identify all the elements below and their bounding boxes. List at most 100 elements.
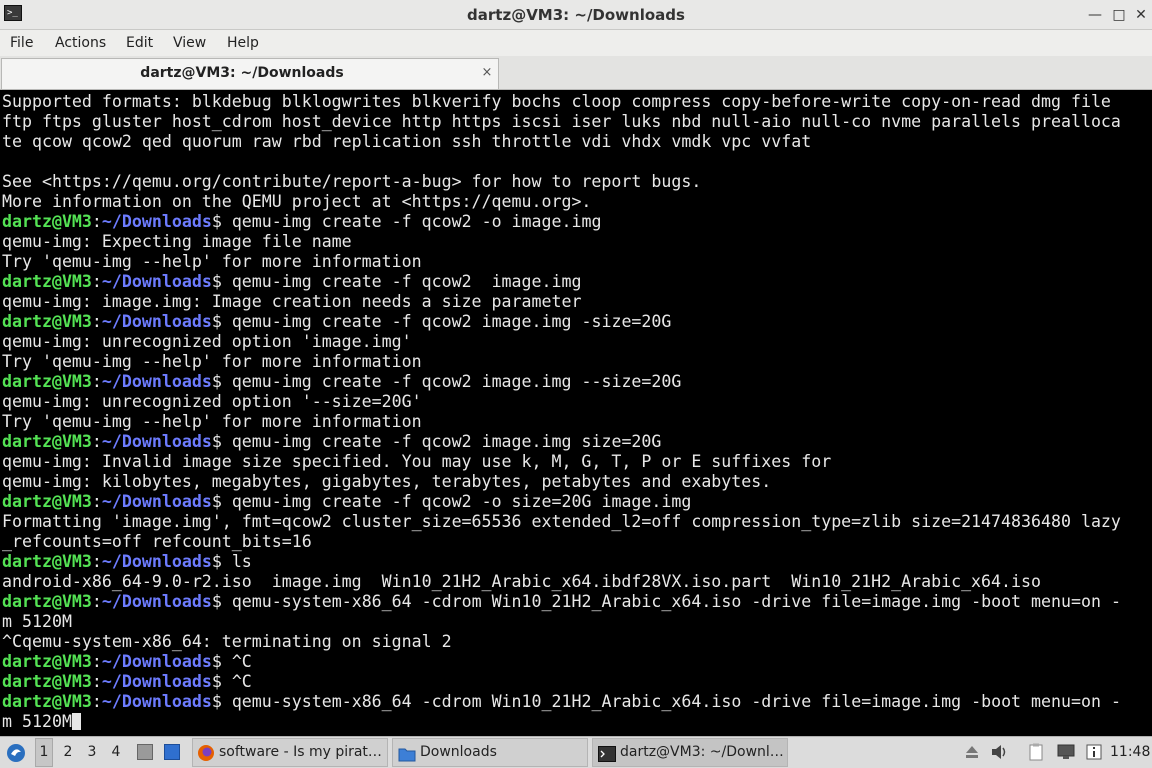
taskbar: 1 2 3 4 software - Is my pirat… Download… xyxy=(0,736,1152,768)
close-icon[interactable]: ✕ xyxy=(1132,6,1150,24)
workspace-2[interactable]: 2 xyxy=(59,737,77,768)
show-desktop-button[interactable] xyxy=(162,737,184,768)
prompt-path: ~/Downloads xyxy=(101,312,212,331)
prompt-colon: : xyxy=(91,312,102,331)
prompt-path: ~/Downloads xyxy=(101,492,212,511)
terminal-output-line: Try 'qemu-img --help' for more informati… xyxy=(2,352,422,372)
terminal-output-line: ^Cqemu-system-x86_64: terminating on sig… xyxy=(2,632,452,652)
prompt-user-host: dartz@VM3 xyxy=(2,272,92,291)
terminal-output-line: qemu-img: kilobytes, megabytes, gigabyte… xyxy=(2,472,771,492)
prompt-colon: : xyxy=(91,692,102,711)
command-text: qemu-img create -f qcow2 -o size=20G ima… xyxy=(221,492,692,511)
prompt-user-host: dartz@VM3 xyxy=(2,432,92,451)
menu-file[interactable]: File xyxy=(10,30,33,56)
output-text: qemu-img: image.img: Image creation need… xyxy=(2,292,582,311)
prompt-user-host: dartz@VM3 xyxy=(2,212,92,231)
prompt-user-host: dartz@VM3 xyxy=(2,492,92,511)
terminal-command-line: dartz@VM3:~/Downloads$ ls xyxy=(2,552,252,572)
clock[interactable]: 11:48 xyxy=(1110,737,1150,768)
terminal-command-line: dartz@VM3:~/Downloads$ qemu-img create -… xyxy=(2,272,581,292)
menu-edit[interactable]: Edit xyxy=(126,30,153,56)
prompt-dollar: $ xyxy=(211,312,222,331)
prompt-path: ~/Downloads xyxy=(101,372,212,391)
output-text: ftp ftps gluster host_cdrom host_device … xyxy=(2,112,1121,131)
workspace-1[interactable]: 1 xyxy=(35,738,53,767)
terminal-output-line: qemu-img: Invalid image size specified. … xyxy=(2,452,831,472)
prompt-user-host: dartz@VM3 xyxy=(2,312,92,331)
prompt-path: ~/Downloads xyxy=(101,212,212,231)
window-title: dartz@VM3: ~/Downloads xyxy=(467,6,685,24)
output-text: Try 'qemu-img --help' for more informati… xyxy=(2,252,422,271)
prompt-colon: : xyxy=(91,272,102,291)
terminal-output-line: qemu-img: unrecognized option '--size=20… xyxy=(2,392,422,412)
terminal-command-line: dartz@VM3:~/Downloads$ qemu-img create -… xyxy=(2,372,681,392)
folder-icon xyxy=(398,748,416,762)
workspace-4[interactable]: 4 xyxy=(107,737,125,768)
terminal-output[interactable]: Supported formats: blkdebug blklogwrites… xyxy=(0,90,1152,736)
prompt-dollar: $ xyxy=(211,692,222,711)
tray-volume-button[interactable] xyxy=(990,737,1010,768)
output-text: qemu-img: Invalid image size specified. … xyxy=(2,452,832,471)
command-text: ^C xyxy=(221,672,252,691)
tab-terminal[interactable]: dartz@VM3: ~/Downloads × xyxy=(1,58,499,89)
tab-label: dartz@VM3: ~/Downloads xyxy=(140,65,344,81)
command-text: qemu-img create -f qcow2 image.img -size… xyxy=(221,312,672,331)
command-text: qemu-system-x86_64 -cdrom Win10_21H2_Ara… xyxy=(221,592,1121,611)
prompt-colon: : xyxy=(91,492,102,511)
terminal-output-line: More information on the QEMU project at … xyxy=(2,192,591,212)
terminal-command-line: dartz@VM3:~/Downloads$ ^C xyxy=(2,672,252,692)
task-terminal[interactable]: dartz@VM3: ~/Downl… xyxy=(592,738,788,767)
window-titlebar[interactable]: >_ dartz@VM3: ~/Downloads — □ ✕ xyxy=(0,0,1152,30)
desktop-icon xyxy=(164,744,180,760)
prompt-path: ~/Downloads xyxy=(101,652,212,671)
terminal-command-line: dartz@VM3:~/Downloads$ qemu-img create -… xyxy=(2,312,671,332)
prompt-dollar: $ xyxy=(211,552,222,571)
prompt-path: ~/Downloads xyxy=(101,672,212,691)
command-text: qemu-img create -f qcow2 image.img xyxy=(221,272,582,291)
prompt-colon: : xyxy=(91,212,102,231)
command-text: ls xyxy=(221,552,252,571)
start-menu-button[interactable] xyxy=(5,737,27,768)
clipboard-icon xyxy=(1029,743,1043,761)
prompt-path: ~/Downloads xyxy=(101,552,212,571)
prompt-user-host: dartz@VM3 xyxy=(2,692,92,711)
output-text: qemu-img: Expecting image file name xyxy=(2,232,352,251)
maximize-icon[interactable]: □ xyxy=(1110,6,1128,24)
file-manager-launcher[interactable] xyxy=(136,737,156,768)
output-text: android-x86_64-9.0-r2.iso image.img Win1… xyxy=(2,572,1041,591)
menu-actions[interactable]: Actions xyxy=(55,30,106,56)
terminal-output-line: m 5120M xyxy=(2,612,72,632)
command-text: qemu-img create -f qcow2 image.img --siz… xyxy=(221,372,682,391)
prompt-path: ~/Downloads xyxy=(101,692,212,711)
terminal-output-line: android-x86_64-9.0-r2.iso image.img Win1… xyxy=(2,572,1041,592)
prompt-user-host: dartz@VM3 xyxy=(2,552,92,571)
terminal-icon xyxy=(598,746,616,762)
file-manager-icon xyxy=(137,744,153,760)
prompt-dollar: $ xyxy=(211,492,222,511)
terminal-command-line: dartz@VM3:~/Downloads$ qemu-system-x86_6… xyxy=(2,592,1121,612)
minimize-icon[interactable]: — xyxy=(1086,6,1104,24)
prompt-user-host: dartz@VM3 xyxy=(2,652,92,671)
prompt-path: ~/Downloads xyxy=(101,272,212,291)
tray-updates-button[interactable] xyxy=(1084,737,1104,768)
output-text: _refcounts=off refcount_bits=16 xyxy=(2,532,312,551)
task-downloads[interactable]: Downloads xyxy=(392,738,588,767)
info-icon xyxy=(1086,744,1102,760)
eject-icon xyxy=(966,746,978,758)
tab-close-icon[interactable]: × xyxy=(479,64,495,82)
output-text: Supported formats: blkdebug blklogwrites… xyxy=(2,92,1111,111)
prompt-colon: : xyxy=(91,592,102,611)
tray-clipboard-button[interactable] xyxy=(1024,737,1048,768)
workspace-3[interactable]: 3 xyxy=(83,737,101,768)
prompt-dollar: $ xyxy=(211,212,222,231)
output-text: See <https://qemu.org/contribute/report-… xyxy=(2,172,702,191)
menu-view[interactable]: View xyxy=(173,30,206,56)
volume-icon xyxy=(992,745,1006,759)
menu-help[interactable]: Help xyxy=(227,30,259,56)
tray-eject-button[interactable] xyxy=(962,737,982,768)
task-firefox[interactable]: software - Is my pirat… xyxy=(192,738,388,767)
terminal-command-line: dartz@VM3:~/Downloads$ qemu-system-x86_6… xyxy=(2,692,1121,712)
terminal-output-line: te qcow qcow2 qed quorum raw rbd replica… xyxy=(2,132,811,152)
tab-strip: dartz@VM3: ~/Downloads × xyxy=(0,56,1152,90)
tray-network-button[interactable] xyxy=(1054,737,1078,768)
